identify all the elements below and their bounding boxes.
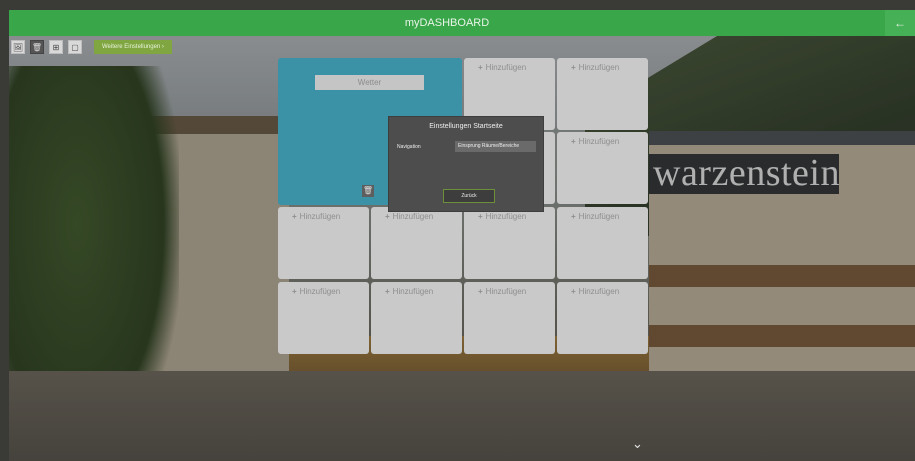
add-tile[interactable]: +Hinzufügen: [371, 282, 462, 354]
add-tile[interactable]: +Hinzufügen: [278, 207, 369, 279]
add-tile[interactable]: +Hinzufügen: [464, 207, 555, 279]
plus-icon: +: [571, 63, 576, 72]
add-tile-label: +Hinzufügen: [385, 212, 434, 221]
square-icon[interactable]: ▢: [68, 40, 82, 54]
chevron-down-icon[interactable]: ⌄: [632, 436, 643, 452]
app-header: myDASHBOARD ←: [9, 10, 915, 36]
weather-label: Wetter: [315, 75, 424, 90]
add-tile-label: +Hinzufügen: [292, 212, 341, 221]
add-tile[interactable]: +Hinzufügen: [557, 58, 648, 130]
plus-icon: +: [571, 287, 576, 296]
plus-icon: +: [571, 212, 576, 221]
overlay-shade: [9, 36, 915, 461]
plus-icon: +: [571, 137, 576, 146]
add-tile-label: +Hinzufügen: [571, 63, 620, 72]
add-tile-label: +Hinzufügen: [571, 137, 620, 146]
add-tile-label: +Hinzufügen: [292, 287, 341, 296]
grid-icon[interactable]: ⊞: [49, 40, 63, 54]
add-tile[interactable]: +Hinzufügen: [557, 132, 648, 204]
add-tile[interactable]: +Hinzufügen: [557, 207, 648, 279]
add-tile-label: +Hinzufügen: [478, 63, 527, 72]
add-tile[interactable]: +Hinzufügen: [371, 207, 462, 279]
toolbar: 🖼 🗑 ⊞ ▢ Weitere Einstellungen ›: [11, 40, 172, 54]
dialog-title: Einstellungen Startseite: [429, 123, 503, 130]
settings-dialog: Einstellungen Startseite Navigation Eins…: [388, 116, 544, 212]
add-tile[interactable]: +Hinzufügen: [464, 282, 555, 354]
add-tile-label: +Hinzufügen: [571, 212, 620, 221]
back-arrow-icon[interactable]: ←: [885, 10, 915, 36]
plus-icon: +: [478, 212, 483, 221]
image-icon[interactable]: 🖼: [11, 40, 25, 54]
trash-icon[interactable]: 🗑: [362, 185, 374, 197]
more-settings-button[interactable]: Weitere Einstellungen ›: [94, 40, 172, 54]
app-title: myDASHBOARD: [404, 17, 490, 29]
back-button[interactable]: Zurück: [443, 189, 495, 203]
plus-icon: +: [478, 287, 483, 296]
add-tile[interactable]: +Hinzufügen: [557, 282, 648, 354]
navigation-select[interactable]: Einsprung Räume/Bereiche: [455, 141, 536, 152]
add-tile-label: +Hinzufügen: [571, 287, 620, 296]
plus-icon: +: [292, 212, 297, 221]
add-tile-label: +Hinzufügen: [478, 287, 527, 296]
plus-icon: +: [292, 287, 297, 296]
trash-icon[interactable]: 🗑: [30, 40, 44, 54]
background-photo: warzenstein: [9, 36, 915, 461]
plus-icon: +: [478, 63, 483, 72]
add-tile-label: +Hinzufügen: [385, 287, 434, 296]
plus-icon: +: [385, 212, 390, 221]
add-tile-label: +Hinzufügen: [478, 212, 527, 221]
add-tile[interactable]: +Hinzufügen: [278, 282, 369, 354]
plus-icon: +: [385, 287, 390, 296]
navigation-label: Navigation: [397, 144, 421, 150]
